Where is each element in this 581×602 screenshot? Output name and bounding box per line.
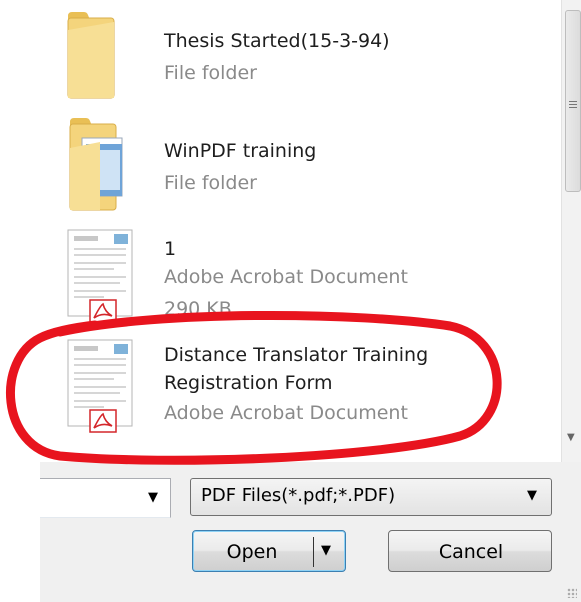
open-file-dialog: Thesis Started(15-3-94) File folder WinP… bbox=[0, 0, 581, 602]
file-type: File folder bbox=[164, 62, 257, 84]
folder-documents-icon bbox=[69, 118, 123, 211]
scroll-down-arrow-icon[interactable]: ▼ bbox=[567, 432, 575, 443]
file-name-line-1: Distance Translator Training bbox=[164, 344, 429, 366]
open-button-label: Open bbox=[226, 541, 278, 563]
file-type: File folder bbox=[164, 172, 257, 194]
pdf-document-icon bbox=[67, 339, 133, 433]
dialog-footer: ▼ PDF Files(*.pdf;*.PDF) ▼ Open ▼ Cancel bbox=[40, 462, 581, 602]
file-type-filter-label: PDF Files(*.pdf;*.PDF) bbox=[201, 485, 396, 506]
file-name-combo[interactable]: ▼ bbox=[40, 478, 171, 518]
pdf-document-icon bbox=[67, 229, 133, 323]
chevron-down-icon[interactable]: ▼ bbox=[148, 490, 158, 505]
file-name: 1 bbox=[164, 238, 177, 260]
file-list: Thesis Started(15-3-94) File folder WinP… bbox=[40, 0, 561, 462]
chevron-down-icon[interactable]: ▼ bbox=[527, 488, 537, 503]
file-item-1[interactable]: 1 Adobe Acrobat Document 290 KB bbox=[40, 220, 561, 325]
file-name: Thesis Started(15-3-94) bbox=[164, 30, 390, 52]
scrollbar-thumb[interactable] bbox=[565, 10, 581, 192]
file-type: Adobe Acrobat Document bbox=[164, 402, 408, 424]
split-button-divider bbox=[313, 537, 314, 567]
file-type: Adobe Acrobat Document bbox=[164, 266, 408, 288]
file-item-thesis-started[interactable]: Thesis Started(15-3-94) File folder bbox=[40, 0, 561, 110]
file-type-filter-select[interactable]: PDF Files(*.pdf;*.PDF) ▼ bbox=[190, 478, 552, 516]
resize-grip-icon[interactable] bbox=[567, 588, 577, 598]
file-name: WinPDF training bbox=[164, 140, 317, 162]
file-size: 290 KB bbox=[164, 298, 232, 320]
open-button[interactable]: Open ▼ bbox=[192, 530, 346, 572]
cancel-button-label: Cancel bbox=[438, 541, 504, 563]
vertical-scrollbar[interactable]: ▼ bbox=[561, 0, 581, 462]
file-item-winpdf-training[interactable]: WinPDF training File folder bbox=[40, 110, 561, 220]
chevron-down-icon[interactable]: ▼ bbox=[321, 543, 331, 558]
cancel-button[interactable]: Cancel bbox=[388, 530, 552, 572]
folder-icon bbox=[67, 12, 115, 99]
scrollbar-grip-icon bbox=[569, 101, 577, 102]
file-name-line-2: Registration Form bbox=[164, 372, 333, 394]
file-item-distance-translator-training[interactable]: Distance Translator Training Registratio… bbox=[40, 330, 561, 450]
